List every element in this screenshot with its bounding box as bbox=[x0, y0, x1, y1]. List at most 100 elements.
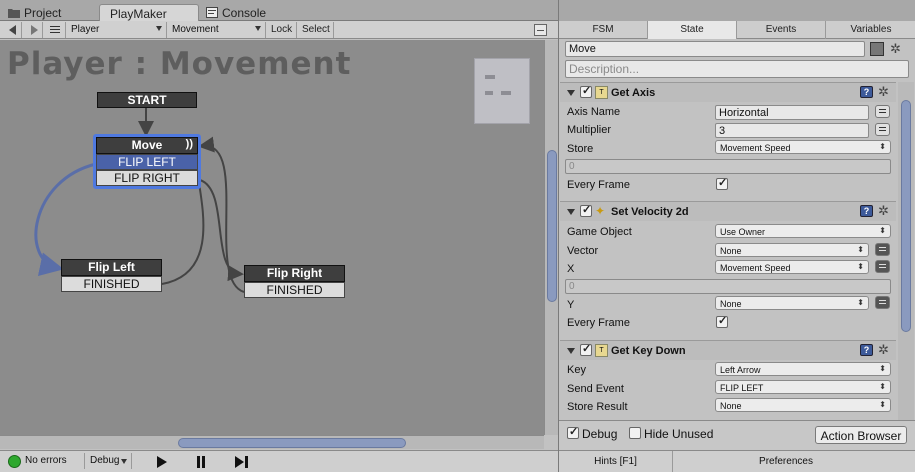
every-frame-checkbox[interactable] bbox=[716, 176, 728, 190]
collapse-triangle-icon[interactable] bbox=[567, 348, 575, 354]
gear-icon[interactable]: ✲ bbox=[878, 204, 889, 217]
tab-fsm[interactable]: FSM bbox=[559, 21, 648, 39]
store-dropdown[interactable]: Movement Speed ⬍ bbox=[715, 140, 891, 154]
gear-icon[interactable]: ✲ bbox=[878, 343, 889, 356]
inspector-vertical-scrollbar[interactable] bbox=[898, 82, 914, 420]
tab-events[interactable]: Events bbox=[737, 21, 826, 39]
action-header-get-axis[interactable]: T Get Axis ? ✲ bbox=[560, 82, 896, 102]
start-node[interactable]: START bbox=[97, 92, 197, 108]
state-node-flip-right[interactable]: Flip Right bbox=[244, 265, 345, 282]
help-icon[interactable]: ? bbox=[860, 205, 873, 217]
debug-dropdown[interactable]: Debug bbox=[84, 453, 132, 469]
back-button[interactable] bbox=[2, 22, 22, 38]
variable-toggle-button[interactable] bbox=[875, 123, 890, 136]
action-enabled-checkbox[interactable] bbox=[580, 84, 592, 98]
key-value: Left Arrow bbox=[720, 365, 761, 375]
action-enabled-checkbox[interactable] bbox=[580, 203, 592, 217]
sound-wave-icon: )) bbox=[185, 138, 193, 150]
lock-button[interactable]: Lock bbox=[267, 22, 297, 38]
gear-icon[interactable]: ✲ bbox=[890, 42, 901, 55]
field-label: Vector bbox=[567, 245, 599, 257]
hide-unused-checkbox[interactable] bbox=[629, 427, 641, 439]
action-header-get-key-down[interactable]: T Get Key Down ? ✲ bbox=[560, 340, 896, 360]
tab-playmaker[interactable]: PlayMaker bbox=[99, 4, 199, 21]
fsm-name-dropdown[interactable]: Movement bbox=[168, 22, 266, 38]
x-preview-value: 0 bbox=[565, 279, 891, 294]
inspector-footer: Hints [F1] Preferences bbox=[559, 450, 915, 472]
field-label: Axis Name bbox=[567, 106, 621, 118]
action-title: Set Velocity 2d bbox=[611, 206, 689, 218]
error-status[interactable]: No errors bbox=[25, 455, 67, 466]
inspector-tabs: FSM State Events Variables bbox=[559, 21, 915, 39]
variable-toggle-button[interactable] bbox=[875, 105, 890, 118]
x-value: Movement Speed bbox=[720, 263, 791, 273]
field-label: Store bbox=[567, 143, 594, 155]
field-label: Store Result bbox=[567, 401, 628, 413]
play-button[interactable] bbox=[148, 453, 176, 470]
fsm-list-button[interactable] bbox=[44, 22, 66, 38]
variable-toggle-button[interactable] bbox=[875, 243, 890, 256]
forward-button[interactable] bbox=[23, 22, 43, 38]
every-frame-checkbox[interactable] bbox=[716, 314, 728, 328]
gear-icon[interactable]: ✲ bbox=[878, 85, 889, 98]
hints-button[interactable]: Hints [F1] bbox=[559, 451, 673, 472]
debug-checkbox[interactable] bbox=[567, 425, 579, 439]
fsm-owner-value: Player bbox=[71, 24, 100, 35]
fsm-name-value: Movement bbox=[172, 24, 219, 35]
graph-view-settings-button[interactable] bbox=[534, 24, 547, 36]
action-browser-button[interactable]: Action Browser bbox=[815, 426, 907, 444]
axis-name-input[interactable]: Horizontal bbox=[715, 105, 869, 120]
transition-flip-left[interactable]: FLIP LEFT bbox=[96, 154, 198, 170]
help-icon[interactable]: ? bbox=[860, 344, 873, 356]
store-result-dropdown[interactable]: None ⬍ bbox=[715, 398, 891, 412]
scrollbar-thumb[interactable] bbox=[547, 150, 557, 302]
debug-dropdown-label: Debug bbox=[90, 455, 120, 466]
pause-button[interactable] bbox=[188, 453, 216, 470]
view-settings-icon bbox=[537, 30, 544, 31]
help-icon[interactable]: ? bbox=[860, 86, 873, 98]
step-button[interactable] bbox=[228, 453, 256, 470]
transition-flip-right[interactable]: FLIP RIGHT bbox=[96, 170, 198, 186]
transition-links bbox=[34, 108, 245, 293]
state-name-input[interactable]: Move bbox=[565, 41, 865, 57]
action-header-set-velocity-2d[interactable]: ✦ Set Velocity 2d ? ✲ bbox=[560, 201, 896, 221]
state-node-flip-left[interactable]: Flip Left bbox=[61, 259, 162, 276]
collapse-triangle-icon[interactable] bbox=[567, 90, 575, 96]
x-dropdown[interactable]: Movement Speed ⬍ bbox=[715, 260, 869, 274]
action-title: Get Axis bbox=[611, 87, 656, 99]
variable-toggle-button[interactable] bbox=[875, 296, 890, 309]
transition-finished[interactable]: FINISHED bbox=[244, 282, 345, 298]
action-enabled-checkbox[interactable] bbox=[580, 342, 592, 356]
vector-dropdown[interactable]: None ⬍ bbox=[715, 243, 869, 257]
store-result-value: None bbox=[720, 401, 742, 411]
fsm-graph-canvas[interactable]: Player : Movement START Move)) FLIP LEF… bbox=[0, 40, 544, 435]
tab-variables[interactable]: Variables bbox=[826, 21, 915, 39]
graph-horizontal-scrollbar[interactable] bbox=[0, 435, 544, 449]
fsm-owner-dropdown[interactable]: Player bbox=[67, 22, 167, 38]
state-color-swatch[interactable] bbox=[870, 42, 884, 56]
inspector-tab-strip bbox=[559, 0, 915, 21]
scrollbar-thumb[interactable] bbox=[178, 438, 406, 448]
send-event-dropdown[interactable]: FLIP LEFT ⬍ bbox=[715, 380, 891, 394]
collapse-triangle-icon[interactable] bbox=[567, 209, 575, 215]
y-dropdown[interactable]: None ⬍ bbox=[715, 296, 869, 310]
tab-project[interactable]: Project bbox=[2, 4, 71, 21]
field-label: Send Event bbox=[567, 383, 624, 395]
graph-vertical-scrollbar[interactable] bbox=[544, 40, 558, 435]
key-dropdown[interactable]: Left Arrow ⬍ bbox=[715, 362, 891, 376]
tab-playmaker-label: PlayMaker bbox=[110, 7, 167, 21]
tab-console[interactable]: Console bbox=[200, 4, 276, 21]
tab-state[interactable]: State bbox=[648, 21, 737, 39]
field-label: Game Object bbox=[567, 226, 632, 238]
transition-finished[interactable]: FINISHED bbox=[61, 276, 162, 292]
variable-toggle-button[interactable] bbox=[875, 260, 890, 273]
scrollbar-thumb[interactable] bbox=[901, 100, 911, 332]
state-description-input[interactable]: Description... bbox=[565, 60, 909, 78]
state-node-move[interactable]: Move )) bbox=[96, 137, 198, 154]
play-icon bbox=[157, 456, 167, 468]
preferences-button[interactable]: Preferences bbox=[673, 451, 899, 472]
select-button[interactable]: Select bbox=[298, 22, 334, 38]
game-object-dropdown[interactable]: Use Owner ⬍ bbox=[715, 224, 891, 238]
multiplier-input[interactable]: 3 bbox=[715, 123, 869, 138]
debug-label: Debug bbox=[582, 427, 618, 441]
